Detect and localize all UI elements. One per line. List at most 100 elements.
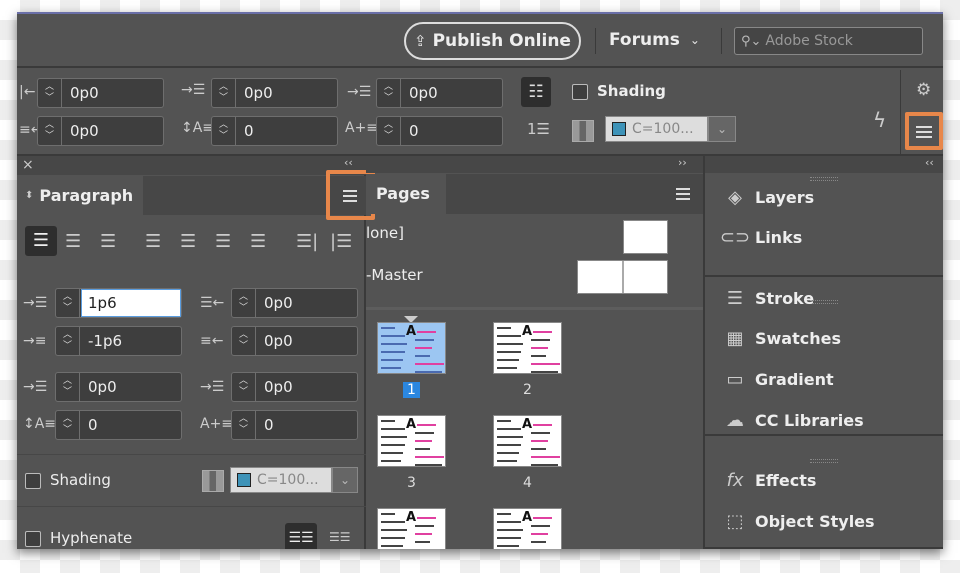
- stepper[interactable]: ︿ ﹀: [377, 79, 401, 107]
- cb-right-indent-field[interactable]: ︿ ﹀ 0p0: [37, 116, 164, 146]
- cb-left-indent-field[interactable]: ︿ ﹀ 0p0: [37, 78, 164, 108]
- space-before-icon: →☰: [181, 82, 206, 98]
- stepper[interactable]: ︿ ﹀: [232, 327, 256, 355]
- balance-icon[interactable]: ☰☰: [329, 530, 351, 544]
- bulleted-list-button[interactable]: ☷: [521, 77, 551, 107]
- first-line-indent-field[interactable]: ︿ ﹀ -1p6: [55, 326, 182, 356]
- left-indent-icon: →☰: [23, 295, 48, 311]
- master-a[interactable]: -Master: [366, 256, 703, 300]
- page-thumbnail[interactable]: A: [493, 508, 562, 549]
- hyphenate-checkbox[interactable]: [25, 531, 41, 547]
- dock-item-gradient[interactable]: ▭ Gradient: [705, 359, 943, 399]
- master-none[interactable]: lone]: [366, 216, 703, 256]
- paragraph-panel: × ‹‹ ⬍ Paragraph ☰ ☰ ☰ ☰ ☰ ☰ ☰ ☰| |☰ →☰ …: [17, 156, 375, 549]
- justify-all-icon[interactable]: ☰: [250, 231, 266, 252]
- stepper[interactable]: ︿ ﹀: [56, 289, 80, 317]
- dock-item-swatches[interactable]: ▦ Swatches: [705, 318, 943, 358]
- drop-cap-chars-field[interactable]: ︿ ﹀ 0: [231, 410, 358, 440]
- tab-pages[interactable]: Pages: [366, 174, 446, 214]
- pages-panel-menu-button[interactable]: [676, 188, 690, 200]
- adobe-stock-search[interactable]: ⚲⌄ Adobe Stock: [734, 27, 923, 55]
- chevron-down-icon: ⌄: [689, 33, 700, 47]
- space-before-field[interactable]: ︿ ﹀ 0p0: [55, 372, 182, 402]
- dock-item-cc-libraries[interactable]: ☁ CC Libraries: [705, 400, 943, 440]
- collapse-icon[interactable]: ‹‹: [344, 156, 353, 169]
- color-swatch: [612, 122, 626, 136]
- page-thumbnail[interactable]: A: [493, 415, 562, 467]
- page-thumbnail[interactable]: A: [377, 322, 446, 374]
- numbered-list-icon[interactable]: 1☰: [527, 120, 550, 138]
- shading-checkbox[interactable]: [25, 473, 41, 489]
- shading-grid-icon: [572, 120, 594, 142]
- dock-item-layers[interactable]: ◈ Layers: [705, 177, 943, 217]
- last-line-indent-field[interactable]: ︿ ﹀ 0p0: [231, 326, 358, 356]
- cb-drop-cap-lines-field[interactable]: ︿ ﹀ 0: [211, 116, 338, 146]
- links-icon: ⊂⊃: [719, 226, 751, 248]
- drop-cap-lines-field[interactable]: ︿ ﹀ 0: [55, 410, 182, 440]
- cc-libraries-icon: ☁: [726, 409, 744, 431]
- publish-online-button[interactable]: ⇪ Publish Online: [404, 22, 581, 60]
- shading-color-dropdown[interactable]: ⌄: [708, 116, 736, 142]
- stroke-icon: ☰: [726, 287, 744, 309]
- shading-color-dropdown[interactable]: ⌄: [332, 467, 358, 493]
- page-number: 4: [523, 475, 532, 491]
- justify-center-icon[interactable]: ☰: [180, 231, 196, 252]
- page-number: 1: [377, 382, 446, 398]
- gear-icon[interactable]: ⚙: [916, 80, 931, 100]
- lightning-icon[interactable]: ϟ: [873, 108, 886, 132]
- align-right-icon[interactable]: ☰: [100, 231, 116, 252]
- cb-drop-cap-chars-field[interactable]: ︿ ﹀ 0: [376, 116, 503, 146]
- stepper[interactable]: ︿ ﹀: [232, 373, 256, 401]
- master-label: A: [405, 324, 418, 339]
- paragraph-panel-menu-button[interactable]: [343, 190, 357, 202]
- page-thumbnail[interactable]: A: [377, 415, 446, 467]
- page-thumbnail[interactable]: A: [493, 322, 562, 374]
- align-toward-spine-icon[interactable]: ☰|: [296, 231, 318, 252]
- stepper[interactable]: ︿ ﹀: [56, 411, 80, 439]
- stepper[interactable]: ︿ ﹀: [377, 117, 401, 145]
- justify-left-icon[interactable]: ☰: [145, 231, 161, 252]
- stepper[interactable]: ︿ ﹀: [212, 117, 236, 145]
- align-center-icon[interactable]: ☰: [65, 231, 81, 252]
- fx-icon: fx: [726, 469, 744, 491]
- forums-menu[interactable]: Forums ⌄: [609, 30, 700, 50]
- page-number: 2: [523, 382, 532, 398]
- space-after-field[interactable]: ︿ ﹀ 0p0: [231, 372, 358, 402]
- page-thumbnail[interactable]: A: [377, 508, 446, 549]
- master-label: A: [521, 417, 534, 432]
- cb-shading-checkbox[interactable]: [572, 84, 588, 100]
- drop-cap-lines-icon: ↕A≡: [23, 416, 57, 432]
- dock-item-stroke[interactable]: ☰ Stroke: [705, 278, 943, 318]
- master-label: A: [521, 510, 534, 525]
- dock-item-links[interactable]: ⊂⊃ Links: [705, 217, 943, 257]
- right-indent-icon: ☰←: [200, 295, 225, 311]
- master-thumb: [623, 220, 668, 254]
- close-icon[interactable]: ×: [22, 157, 34, 173]
- align-away-spine-icon[interactable]: |☰: [330, 231, 352, 252]
- cb-shading-color[interactable]: C=100...: [605, 116, 708, 142]
- control-bar-menu-button[interactable]: [916, 126, 932, 138]
- left-indent-field[interactable]: ︿ ﹀ 1p6: [55, 288, 182, 318]
- dock-item-effects[interactable]: fx Effects: [705, 460, 943, 500]
- right-indent-field[interactable]: ︿ ﹀ 0p0: [231, 288, 358, 318]
- drop-cap-lines-icon: ↕A≡: [181, 120, 215, 136]
- stepper[interactable]: ︿ ﹀: [232, 289, 256, 317]
- align-left-button[interactable]: ☰: [25, 226, 57, 256]
- master-label: A: [521, 324, 534, 339]
- dock-item-object-styles[interactable]: ⬚ Object Styles: [705, 501, 943, 541]
- cb-space-before-field[interactable]: ︿ ﹀ 0p0: [211, 78, 338, 108]
- stepper[interactable]: ︿ ﹀: [38, 79, 62, 107]
- stepper[interactable]: ︿ ﹀: [38, 117, 62, 145]
- stepper[interactable]: ︿ ﹀: [56, 373, 80, 401]
- stepper[interactable]: ︿ ﹀: [212, 79, 236, 107]
- panel-dock: ‹‹ ◈ Layers ⊂⊃ Links ☰ Stroke ▦ Swatches ▭ Gradie…: [703, 156, 943, 549]
- stepper[interactable]: ︿ ﹀: [232, 411, 256, 439]
- justify-right-icon[interactable]: ☰: [215, 231, 231, 252]
- stepper[interactable]: ︿ ﹀: [56, 327, 80, 355]
- expand-icon[interactable]: ››: [678, 156, 687, 169]
- shading-color[interactable]: C=100...: [230, 467, 332, 493]
- tab-paragraph[interactable]: ⬍ Paragraph: [17, 176, 143, 215]
- composer-button[interactable]: ☰☰: [285, 523, 317, 549]
- collapse-icon[interactable]: ‹‹: [925, 156, 934, 169]
- cb-space-after-field[interactable]: ︿ ﹀ 0p0: [376, 78, 503, 108]
